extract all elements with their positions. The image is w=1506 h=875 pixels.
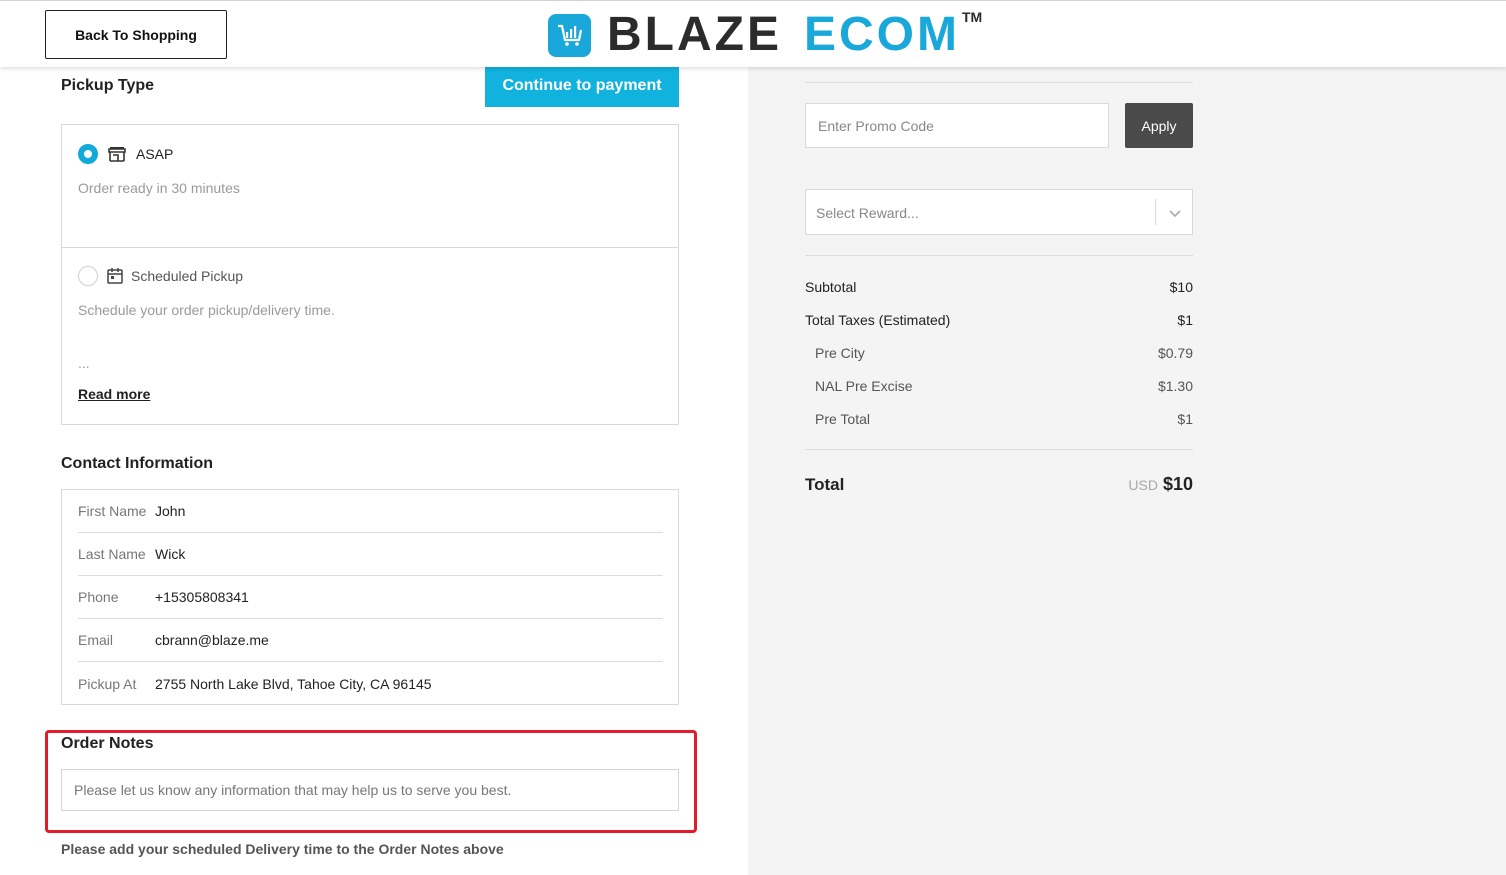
- delivery-time-note: Please add your scheduled Delivery time …: [61, 841, 504, 857]
- asap-label[interactable]: ASAP: [136, 146, 173, 162]
- summary-divider-top: [805, 82, 1193, 83]
- total-currency: USD: [1128, 477, 1158, 493]
- tax-value: $1: [1177, 411, 1193, 427]
- store-icon: [108, 147, 126, 162]
- contact-row-pickup-at: Pickup At 2755 North Lake Blvd, Tahoe Ci…: [78, 662, 663, 705]
- contact-row-email: Email cbrann@blaze.me: [78, 619, 663, 662]
- contact-label: Last Name: [78, 546, 146, 562]
- read-more-link[interactable]: Read more: [78, 386, 150, 402]
- back-to-shopping-button[interactable]: Back To Shopping: [45, 10, 227, 59]
- contact-row-phone: Phone +15305808341: [78, 576, 663, 619]
- brand-logo[interactable]: BLAZE ECOM TM: [548, 8, 983, 61]
- header: Back To Shopping BLAZE ECOM TM: [0, 1, 1506, 67]
- contact-label: Email: [78, 632, 114, 648]
- tax-label: Pre Total: [815, 411, 870, 427]
- contact-value: +15305808341: [155, 589, 249, 605]
- scheduled-pickup-ellipsis: ...: [78, 355, 90, 371]
- tax-value: $1.30: [1157, 378, 1193, 394]
- total-amount: $10: [1162, 474, 1193, 494]
- order-notes-title: Order Notes: [61, 735, 154, 752]
- cart-chart-icon: [548, 13, 591, 57]
- logo-trademark: TM: [961, 9, 983, 25]
- contact-label: Phone: [78, 589, 119, 605]
- pickup-divider: [62, 247, 678, 248]
- contact-value: 2755 North Lake Blvd, Tahoe City, CA 961…: [155, 675, 432, 692]
- tax-row-nal-pre-excise: NAL Pre Excise $1.30: [815, 378, 1193, 394]
- contact-row-first-name: First Name John: [78, 490, 663, 533]
- scheduled-pickup-radio[interactable]: [78, 266, 98, 286]
- subtotal-row: Subtotal $10: [805, 279, 1193, 295]
- total-taxes-value: $1: [1177, 312, 1193, 328]
- contact-information-title: Contact Information: [61, 455, 213, 472]
- total-label: Total: [805, 475, 845, 494]
- asap-radio[interactable]: [78, 144, 98, 164]
- contact-information-box: First Name John Last Name Wick Phone +15…: [61, 489, 679, 705]
- tax-label: NAL Pre Excise: [815, 378, 913, 394]
- reward-separator: [1155, 199, 1156, 225]
- tax-row-pre-city: Pre City $0.79: [815, 345, 1193, 361]
- summary-divider-middle: [805, 255, 1193, 256]
- contact-value: John: [155, 503, 186, 519]
- scheduled-pickup-label[interactable]: Scheduled Pickup: [131, 268, 243, 284]
- asap-description: Order ready in 30 minutes: [78, 180, 240, 196]
- contact-label: First Name: [78, 503, 147, 519]
- total-row: Total USD $10: [805, 474, 1193, 495]
- contact-label: Pickup At: [78, 675, 137, 692]
- total-amount-group: USD $10: [1128, 474, 1193, 495]
- apply-promo-button[interactable]: Apply: [1125, 103, 1193, 148]
- total-taxes-row: Total Taxes (Estimated) $1: [805, 312, 1193, 328]
- subtotal-label: Subtotal: [805, 279, 857, 295]
- tax-label: Pre City: [815, 345, 865, 361]
- chevron-down-icon[interactable]: [1168, 206, 1182, 220]
- logo-text-blaze: BLAZE: [607, 8, 782, 61]
- contact-value: Wick: [155, 546, 186, 562]
- continue-to-payment-button[interactable]: Continue to payment: [485, 64, 679, 107]
- tax-row-pre-total: Pre Total $1: [815, 411, 1193, 427]
- summary-divider-bottom: [805, 449, 1193, 450]
- order-notes-input[interactable]: [61, 769, 679, 811]
- calendar-icon: [107, 268, 123, 284]
- pickup-type-options: ASAP Order ready in 30 minutes Scheduled…: [61, 124, 679, 425]
- scheduled-pickup-description: Schedule your order pickup/delivery time…: [78, 302, 335, 318]
- checkout-page: Back To Shopping BLAZE ECOM TM Continue …: [0, 0, 1506, 875]
- logo-text-ecom: ECOM: [803, 8, 960, 61]
- tax-value: $0.79: [1157, 345, 1193, 361]
- promo-code-input[interactable]: [805, 103, 1109, 148]
- total-taxes-label: Total Taxes (Estimated): [805, 312, 951, 328]
- subtotal-value: $10: [1169, 279, 1193, 295]
- contact-row-last-name: Last Name Wick: [78, 533, 663, 576]
- reward-placeholder: Select Reward...: [816, 205, 919, 221]
- contact-value: cbrann@blaze.me: [155, 632, 269, 648]
- select-reward-dropdown[interactable]: Select Reward...: [805, 189, 1193, 235]
- pickup-type-title: Pickup Type: [61, 77, 155, 94]
